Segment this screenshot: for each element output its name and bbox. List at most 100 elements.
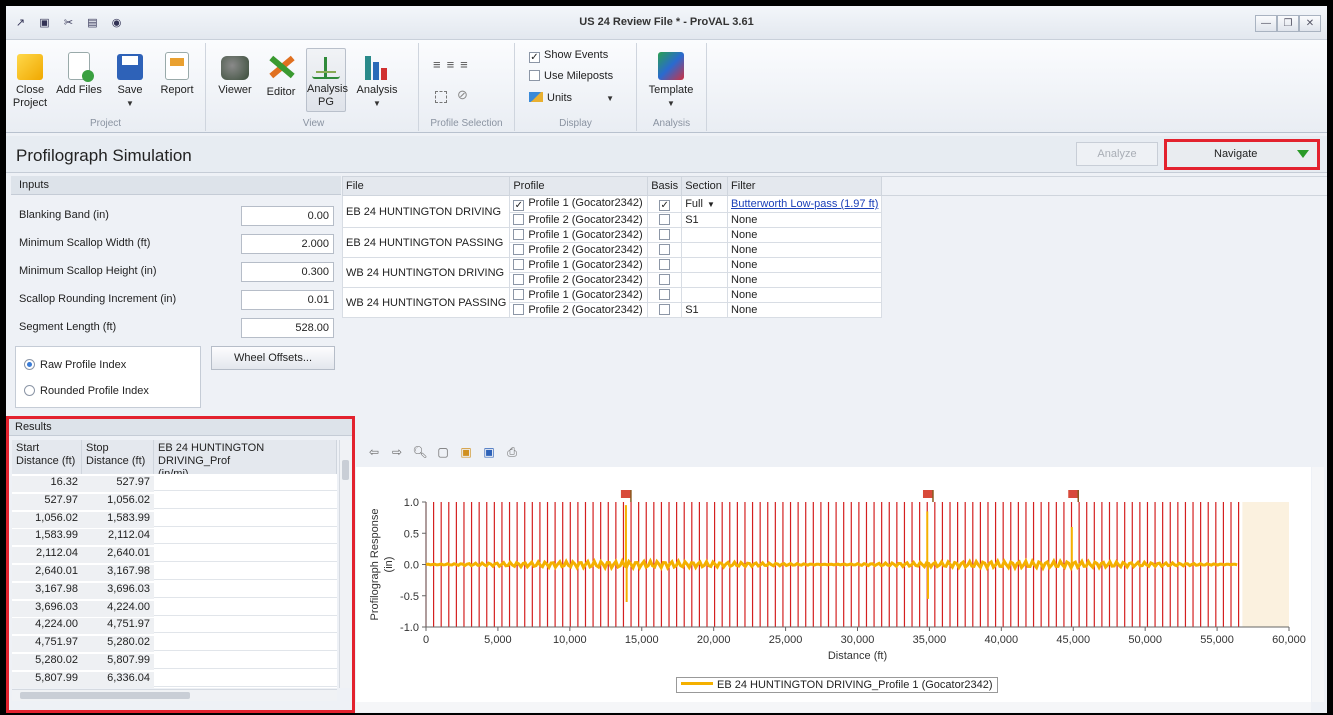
profile-cell[interactable]: ✓ Profile 1 (Gocator2342) (509, 195, 649, 213)
checkbox-icon[interactable] (659, 229, 671, 240)
forward-arrow-icon[interactable]: ⇨ (389, 444, 405, 460)
checkbox-checked-icon[interactable]: ✓ (659, 200, 671, 211)
table-row[interactable]: 4,751.97 5,280.02 (12, 634, 337, 653)
basis-cell[interactable] (647, 227, 683, 243)
save-chart-icon[interactable]: ▣ (481, 444, 497, 460)
filter-cell[interactable]: None (727, 287, 883, 303)
filter-cell[interactable]: None (727, 242, 883, 258)
rounded-profile-index-radio[interactable]: Rounded Profile Index (24, 385, 149, 397)
table-row[interactable]: 5,807.99 6,336.04 (12, 670, 337, 688)
col-stop-distance[interactable]: Stop Distance (ft) (82, 440, 154, 474)
basis-cell[interactable] (647, 257, 683, 273)
table-row[interactable]: 5,280.02 5,807.99 (12, 652, 337, 670)
restore-button[interactable]: ❐ (1277, 15, 1299, 32)
profile-cell[interactable]: Profile 1 (Gocator2342) (509, 257, 649, 273)
column-header[interactable]: Section (681, 176, 729, 196)
chart-horizontal-scrollbar[interactable] (356, 702, 1311, 712)
section-cell[interactable]: S1 (681, 212, 729, 228)
section-cell[interactable] (681, 257, 729, 273)
back-arrow-icon[interactable]: ⇦ (366, 444, 382, 460)
checkbox-icon[interactable] (659, 289, 671, 300)
template-button[interactable]: Template ▼ (643, 48, 699, 110)
section-cell[interactable] (681, 227, 729, 243)
table-row[interactable]: 2,640.01 3,167.98 (12, 563, 337, 581)
profile-cell[interactable]: Profile 2 (Gocator2342) (509, 242, 649, 258)
table-row[interactable]: 1,583.99 2,112.04 (12, 527, 337, 546)
close-button[interactable]: ✕ (1299, 15, 1321, 32)
table-row[interactable]: 3,696.03 4,224.00 (12, 599, 337, 617)
checkbox-icon[interactable] (513, 304, 525, 315)
editor-button[interactable]: Editor (261, 48, 301, 99)
analysis-pg-button[interactable]: Analysis PG (306, 48, 348, 112)
checkbox-icon[interactable] (513, 274, 525, 285)
section-cell[interactable] (681, 272, 729, 288)
section-cell[interactable] (681, 242, 729, 258)
close-project-button[interactable]: Close Project (12, 48, 48, 110)
checkbox-icon[interactable] (513, 214, 525, 225)
viewer-button[interactable]: Viewer (215, 48, 255, 97)
column-header[interactable]: Profile (509, 176, 649, 196)
table-row[interactable]: 527.97 1,056.02 (12, 492, 337, 510)
filter-cell[interactable]: None (727, 212, 883, 228)
save-button[interactable]: Save ▼ (110, 48, 150, 110)
col-profile-index[interactable]: EB 24 HUNTINGTON DRIVING_Prof (in/mi) (154, 440, 337, 474)
table-row[interactable]: 3,167.98 3,696.03 (12, 581, 337, 599)
input-field[interactable]: 0.300 (241, 262, 334, 282)
column-header[interactable]: Filter (727, 176, 883, 196)
profile-cell[interactable]: Profile 1 (Gocator2342) (509, 287, 649, 303)
input-field[interactable]: 2.000 (241, 234, 334, 254)
input-field[interactable]: 528.00 (241, 318, 334, 338)
scroll-thumb[interactable] (20, 692, 190, 699)
table-row[interactable]: 4,224.00 4,751.97 (12, 616, 337, 635)
navigate-button[interactable]: Navigate (1164, 139, 1320, 170)
table-row[interactable]: 16.32 527.97 (12, 474, 337, 492)
checkbox-icon[interactable] (659, 304, 671, 315)
zoom-icon[interactable]: 🔍︎ (412, 444, 428, 460)
profile-cell[interactable]: Profile 1 (Gocator2342) (509, 227, 649, 243)
zoom-box-icon[interactable]: ▢ (435, 444, 451, 460)
basis-cell[interactable] (647, 272, 683, 288)
checkbox-icon[interactable] (659, 259, 671, 270)
checkbox-icon[interactable] (513, 229, 525, 240)
raw-profile-index-radio[interactable]: Raw Profile Index (24, 359, 126, 371)
basis-cell[interactable] (647, 242, 683, 258)
results-vertical-scrollbar[interactable] (339, 440, 351, 688)
analyze-button[interactable]: Analyze (1076, 142, 1158, 166)
select-rectangle-icon[interactable] (435, 91, 447, 103)
filter-cell[interactable]: None (727, 227, 883, 243)
profile-cell[interactable]: Profile 2 (Gocator2342) (509, 302, 649, 318)
add-files-button[interactable]: Add Files (54, 48, 104, 97)
checkbox-icon[interactable] (513, 259, 525, 270)
profile-cell[interactable]: Profile 2 (Gocator2342) (509, 272, 649, 288)
col-start-distance[interactable]: Start Distance (ft) (12, 440, 82, 474)
show-events-checkbox[interactable]: ✓ Show Events (529, 49, 608, 63)
section-cell[interactable]: S1 (681, 302, 729, 318)
checkbox-icon[interactable] (659, 244, 671, 255)
units-dropdown[interactable]: Units ▼ (529, 92, 614, 104)
checkbox-icon[interactable] (659, 214, 671, 225)
column-header[interactable]: Basis (647, 176, 683, 196)
copy-icon[interactable]: ▣ (458, 444, 474, 460)
checkbox-checked-icon[interactable]: ✓ (513, 200, 525, 211)
use-mileposts-checkbox[interactable]: Use Mileposts (529, 70, 613, 82)
chevron-down-icon[interactable]: ▼ (707, 200, 715, 209)
basis-cell[interactable] (647, 287, 683, 303)
align-icons[interactable]: ≡≡≡ (433, 57, 474, 72)
minimize-button[interactable]: — (1255, 15, 1277, 32)
table-row[interactable]: 1,056.02 1,583.99 (12, 510, 337, 528)
checkbox-icon[interactable] (513, 289, 525, 300)
table-row[interactable]: 2,112.04 2,640.01 (12, 545, 337, 564)
filter-cell[interactable]: None (727, 257, 883, 273)
scroll-thumb[interactable] (342, 460, 349, 480)
section-cell[interactable] (681, 287, 729, 303)
basis-cell[interactable] (647, 212, 683, 228)
basis-cell[interactable] (647, 302, 683, 318)
column-header[interactable]: File (341, 176, 511, 196)
report-button[interactable]: Report (156, 48, 198, 97)
profile-cell[interactable]: Profile 2 (Gocator2342) (509, 212, 649, 228)
checkbox-icon[interactable] (659, 274, 671, 285)
checkbox-icon[interactable] (513, 244, 525, 255)
section-cell[interactable]: Full ▼ (681, 195, 729, 213)
print-icon[interactable]: ⎙ (504, 444, 520, 460)
filter-cell[interactable]: None (727, 272, 883, 288)
